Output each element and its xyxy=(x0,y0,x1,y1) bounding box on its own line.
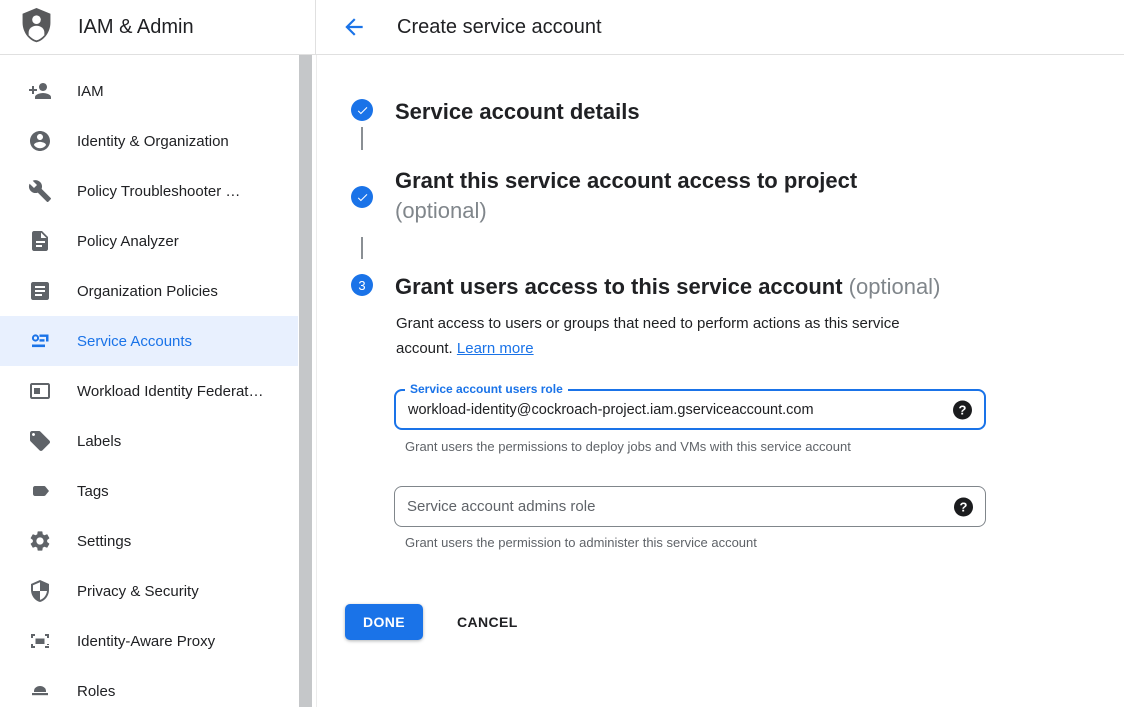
learn-more-link[interactable]: Learn more xyxy=(457,340,534,357)
person-add-icon xyxy=(28,79,52,103)
sidebar-item-roles[interactable]: Roles xyxy=(0,666,298,707)
sidebar-scrollbar[interactable] xyxy=(299,55,312,707)
sidebar-item-label: Organization Policies xyxy=(77,283,218,300)
document-gear-icon xyxy=(28,229,52,253)
step2-optional-text: (optional) xyxy=(395,198,487,223)
account-circle-icon xyxy=(28,129,52,153)
service-account-admins-role-field[interactable]: ? xyxy=(394,486,986,527)
sidebar-item-label: Policy Analyzer xyxy=(77,233,179,250)
sidebar-item-label: Labels xyxy=(77,433,121,450)
step2-title-text: Grant this service account access to pro… xyxy=(395,168,857,193)
service-account-icon xyxy=(28,329,52,353)
sidebar-item-identity-organization[interactable]: Identity & Organization xyxy=(0,116,298,166)
sidebar-item-label: Privacy & Security xyxy=(77,583,199,600)
step3-description: Grant access to users or groups that nee… xyxy=(396,311,956,361)
sidebar-item-settings[interactable]: Settings xyxy=(0,516,298,566)
wrench-icon xyxy=(28,179,52,203)
step2-title: Grant this service account access to pro… xyxy=(395,166,857,226)
hat-icon xyxy=(28,679,52,703)
cancel-button[interactable]: CANCEL xyxy=(449,604,526,640)
gear-icon xyxy=(28,529,52,553)
admins-role-input[interactable] xyxy=(407,487,917,526)
sidebar-item-organization-policies[interactable]: Organization Policies xyxy=(0,266,298,316)
top-bar: IAM & Admin Create service account xyxy=(0,0,1124,55)
step3-number: 3 xyxy=(358,278,365,293)
step3-optional-text: (optional) xyxy=(849,274,941,299)
article-icon xyxy=(28,279,52,303)
help-icon[interactable]: ? xyxy=(953,400,972,419)
users-role-helper-text: Grant users the permissions to deploy jo… xyxy=(405,439,851,454)
step-connector xyxy=(361,127,363,150)
sidebar-item-policy-analyzer[interactable]: Policy Analyzer xyxy=(0,216,298,266)
shield-half-icon xyxy=(28,579,52,603)
sidebar-item-label: Roles xyxy=(77,683,115,700)
page-header: Create service account xyxy=(316,0,1124,54)
sidebar-item-policy-troubleshooter[interactable]: Policy Troubleshooter … xyxy=(0,166,298,216)
sidebar-item-labels[interactable]: Labels xyxy=(0,416,298,466)
sidebar-item-label: Settings xyxy=(77,533,131,550)
tag-icon xyxy=(28,429,52,453)
help-icon[interactable]: ? xyxy=(954,497,973,516)
sidebar-item-tags[interactable]: Tags xyxy=(0,466,298,516)
sidebar-item-workload-identity-federation[interactable]: Workload Identity Federat… xyxy=(0,366,298,416)
label-icon xyxy=(28,479,52,503)
step3-title: Grant users access to this service accou… xyxy=(395,272,940,301)
app-header: IAM & Admin xyxy=(0,0,316,54)
sidebar-item-label: Policy Troubleshooter … xyxy=(77,183,240,200)
sidebar-item-label: Service Accounts xyxy=(77,333,192,350)
step3-title-text: Grant users access to this service accou… xyxy=(395,274,843,299)
admins-role-helper-text: Grant users the permission to administer… xyxy=(405,535,757,550)
sidebar-item-service-accounts[interactable]: Service Accounts xyxy=(0,316,298,366)
page-title: Create service account xyxy=(397,16,602,39)
step1-complete-check-icon xyxy=(351,99,373,121)
sidebar-item-privacy-security[interactable]: Privacy & Security xyxy=(0,566,298,616)
card-icon xyxy=(28,379,52,403)
step3-number-badge: 3 xyxy=(351,274,373,296)
sidebar-item-label: Tags xyxy=(77,483,109,500)
create-service-account-form: Service account details Grant this servi… xyxy=(317,55,1124,707)
back-button[interactable] xyxy=(338,11,370,43)
sidebar-item-identity-aware-proxy[interactable]: Identity-Aware Proxy xyxy=(0,616,298,666)
proxy-icon xyxy=(28,629,52,653)
sidebar-item-iam[interactable]: IAM xyxy=(0,66,298,116)
step1-title: Service account details xyxy=(395,97,640,126)
done-button[interactable]: DONE xyxy=(345,604,423,640)
step-connector xyxy=(361,237,363,259)
sidebar-item-label: Identity-Aware Proxy xyxy=(77,633,215,650)
users-role-input[interactable] xyxy=(408,391,918,428)
sidebar-item-label: Identity & Organization xyxy=(77,133,229,150)
sidebar-nav: IAM Identity & Organization Policy Troub… xyxy=(0,55,298,707)
step2-complete-check-icon xyxy=(351,186,373,208)
sidebar-item-label: Workload Identity Federat… xyxy=(77,383,263,400)
iam-shield-icon xyxy=(21,8,52,46)
service-account-users-role-field[interactable]: Service account users role ? xyxy=(394,389,986,430)
arrow-back-icon xyxy=(341,14,367,40)
sidebar-item-label: IAM xyxy=(77,83,104,100)
app-title: IAM & Admin xyxy=(78,16,194,39)
